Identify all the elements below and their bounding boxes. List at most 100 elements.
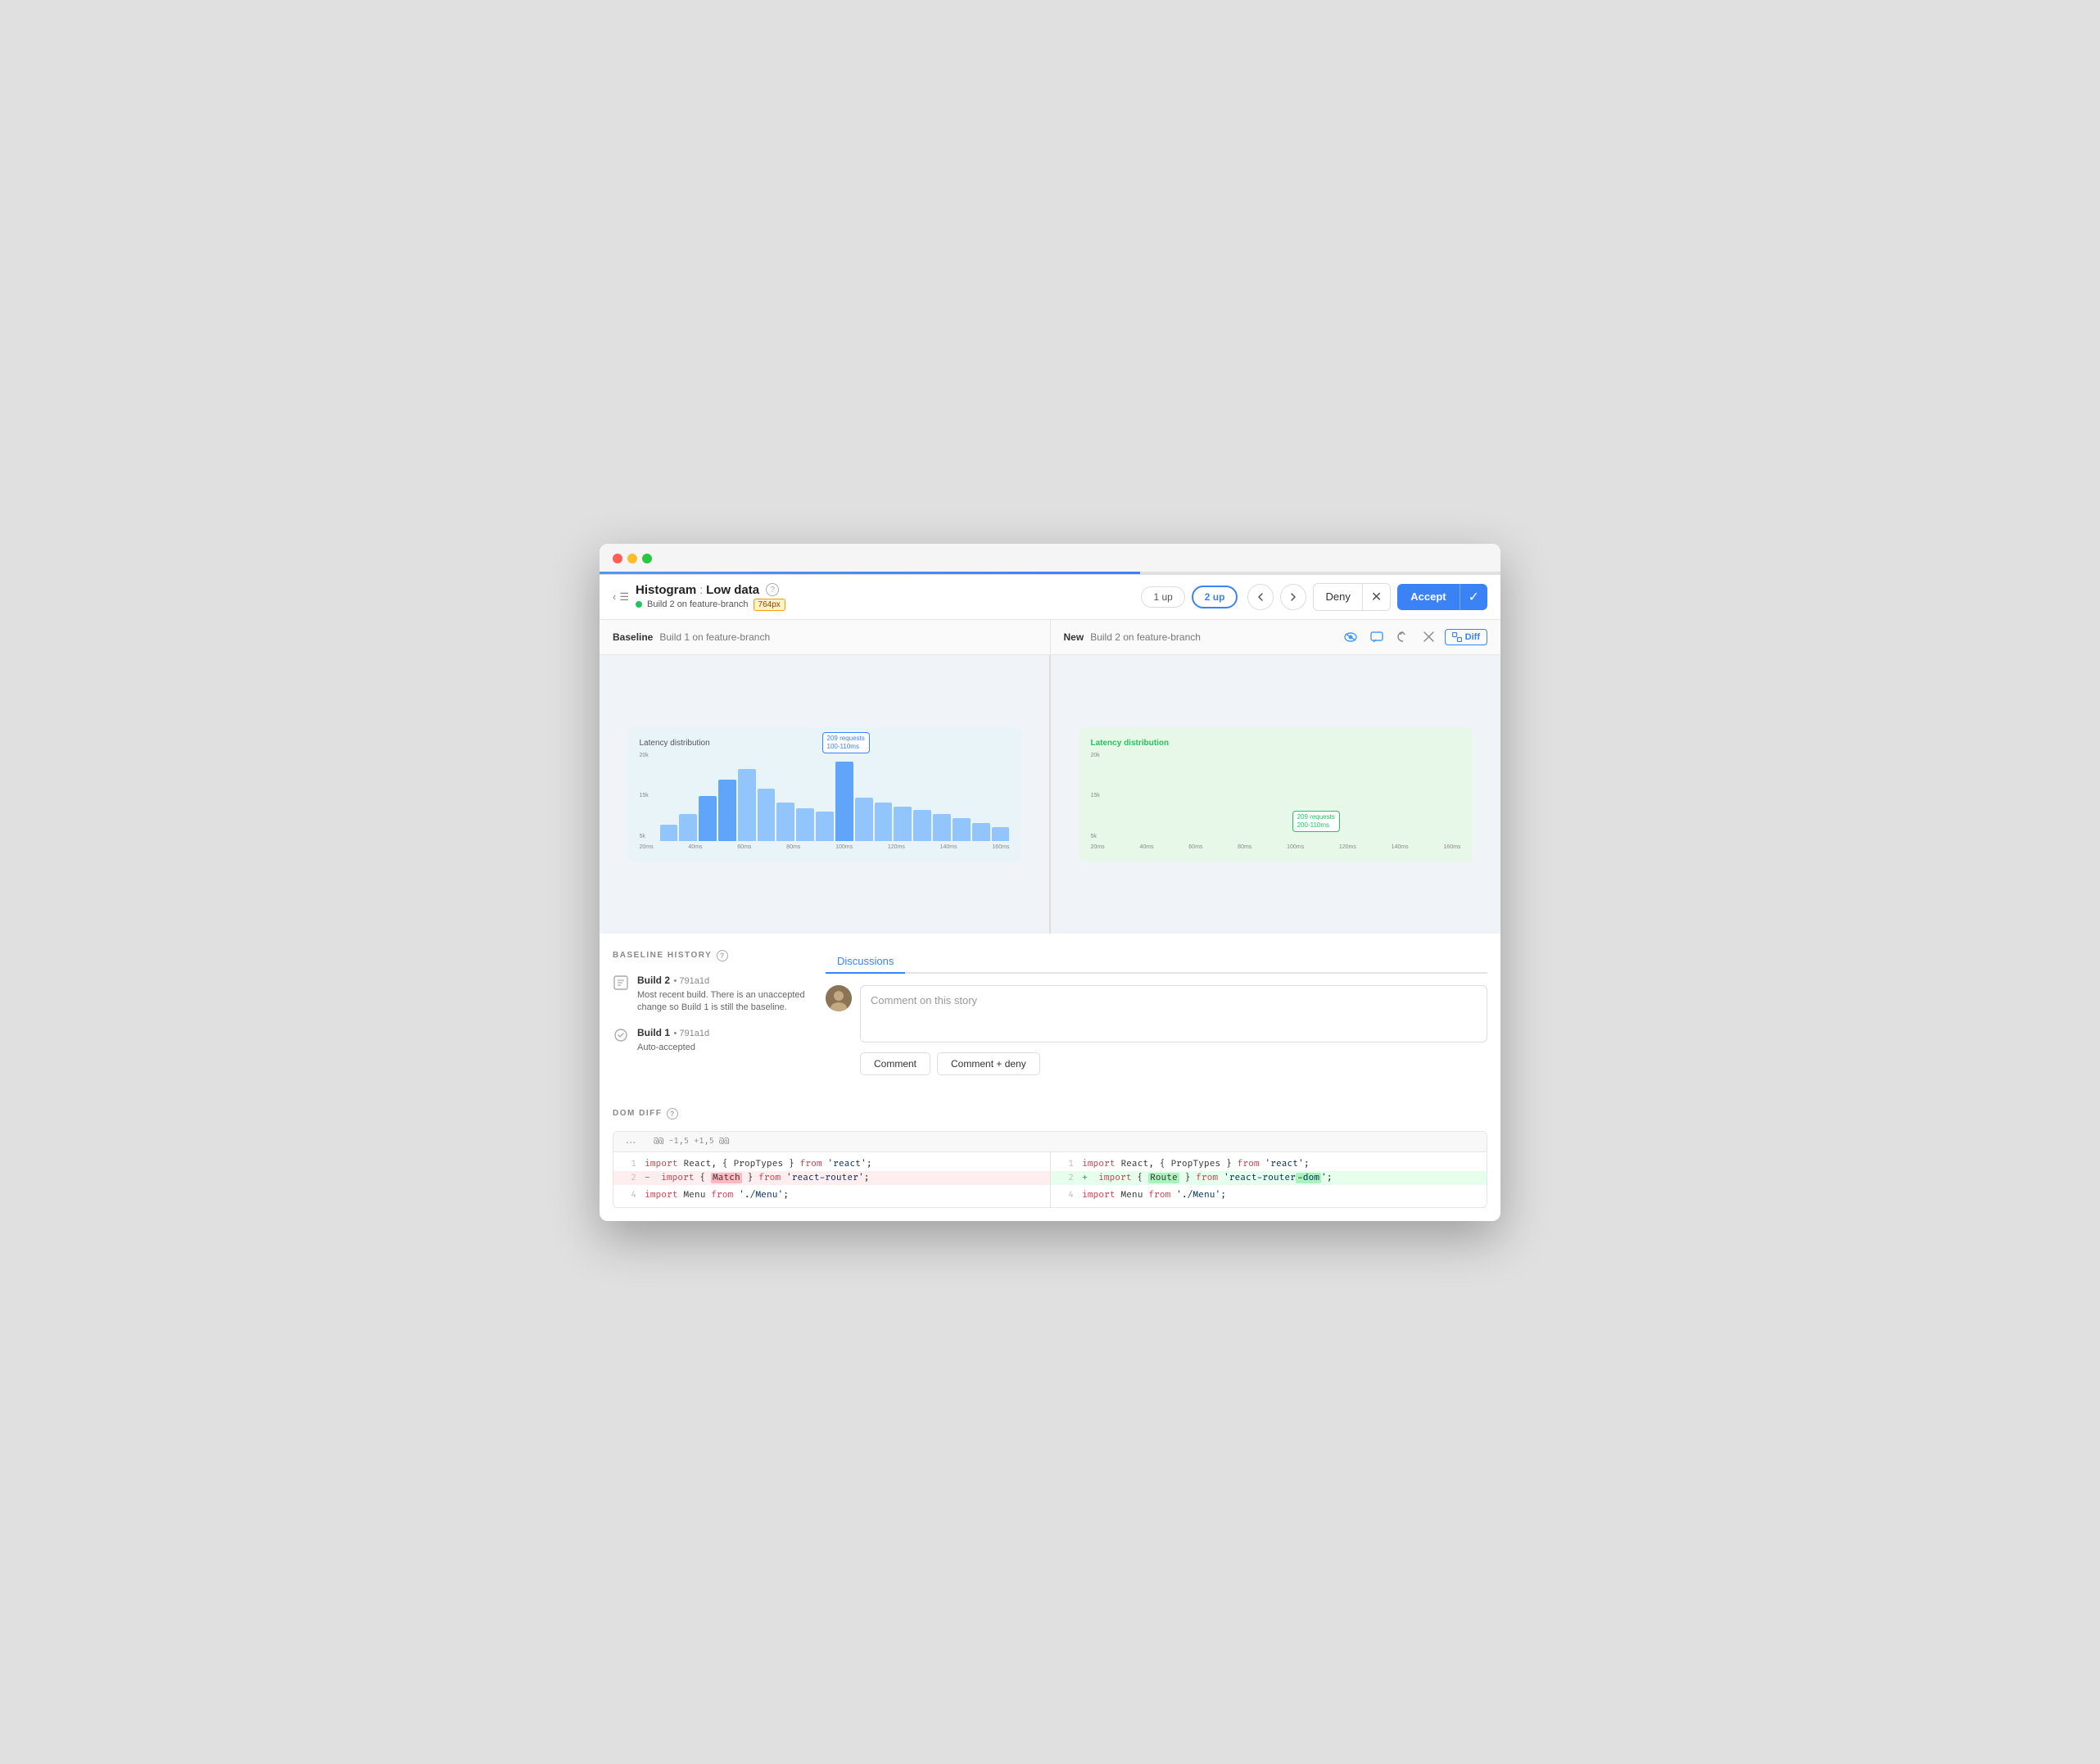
code-line-removed: 2 - import { Match } from 'react-router'… <box>613 1171 1050 1185</box>
accept-label[interactable]: Accept <box>1397 585 1459 608</box>
diff-button[interactable]: Diff <box>1445 629 1487 645</box>
baseline-chart-wrapper: 20k 15k 5k <box>640 751 1010 841</box>
deny-button-group: Deny ✕ <box>1313 583 1391 611</box>
new-build: Build 2 on feature-branch <box>1090 631 1201 643</box>
tab-discussions[interactable]: Discussions <box>826 950 905 974</box>
help-icon[interactable]: ? <box>717 950 728 961</box>
bar <box>660 825 678 841</box>
bar <box>972 823 990 841</box>
code-container: ... @@ -1,5 +1,5 @@ 1 import React, { Pr… <box>613 1131 1487 1208</box>
y-label-5k-new: 5k <box>1091 834 1100 839</box>
title-bar <box>600 544 1500 575</box>
baseline-x-labels: 20ms 40ms 60ms 80ms 100ms 120ms 140ms 16… <box>640 844 1010 850</box>
story-subtitle: Low data <box>706 583 759 597</box>
build2-label: Build 2 • 791a1d <box>637 973 809 988</box>
build2-name: Build 2 <box>637 975 670 986</box>
y-label-15k-new: 15k <box>1091 793 1100 798</box>
build-status-dot <box>636 601 642 608</box>
code-line: 1 import React, { PropTypes } from 'reac… <box>613 1157 1050 1171</box>
bar <box>913 810 931 840</box>
comment-deny-button[interactable]: Comment + deny <box>937 1052 1040 1075</box>
dom-diff-help-icon[interactable]: ? <box>667 1108 678 1119</box>
build1-icon <box>613 1027 629 1043</box>
deny-label[interactable]: Deny <box>1314 586 1361 608</box>
bar-stack <box>1369 840 1391 841</box>
new-chart-title: Latency distribution <box>1091 739 1461 748</box>
bar <box>758 789 776 841</box>
menu-icon[interactable]: ☰ <box>619 590 629 604</box>
build1-desc: Auto-accepted <box>637 1042 709 1054</box>
maximize-button[interactable] <box>642 554 652 563</box>
bar-stack <box>1158 840 1180 841</box>
comment-input[interactable]: Comment on this story <box>860 985 1487 1043</box>
new-y-labels: 20k 15k 5k <box>1091 751 1100 841</box>
viewport-badge: 764px <box>754 599 785 611</box>
bottom-section: Baseline History ? Build 2 • 791a1d Most… <box>600 934 1500 1092</box>
build1-content: Build 1 • 791a1d Auto-accepted <box>637 1025 709 1054</box>
bar-stack <box>1415 840 1437 841</box>
view-1up-button[interactable]: 1 up <box>1141 586 1184 608</box>
y-label-20k-new: 20k <box>1091 753 1100 758</box>
baseline-header: Baseline Build 1 on feature-branch <box>600 620 1050 654</box>
bar-stack <box>1205 840 1227 841</box>
view-2up-button[interactable]: 2 up <box>1192 586 1238 608</box>
back-icon[interactable]: ‹ <box>613 590 616 603</box>
minimize-button[interactable] <box>627 554 637 563</box>
story-title: Histogram <box>636 583 696 597</box>
code-header: ... @@ -1,5 +1,5 @@ <box>613 1132 1487 1152</box>
bar-stack <box>1345 840 1367 841</box>
accept-check-icon[interactable]: ✓ <box>1460 584 1487 610</box>
build1-hash: • 791a1d <box>673 1029 709 1038</box>
bar <box>718 780 736 841</box>
code-line: 4 import Menu from './Menu'; <box>1051 1188 1487 1202</box>
bar <box>738 769 756 841</box>
discussion-tabs: Discussions <box>826 950 1487 974</box>
baseline-y-labels: 20k 15k 5k <box>640 751 649 841</box>
comment-icon[interactable] <box>1366 626 1387 648</box>
close-button[interactable] <box>613 554 622 563</box>
story-info: Histogram : Low data ? Build 2 on featur… <box>636 583 785 611</box>
new-label: New <box>1064 631 1084 643</box>
bar <box>699 796 717 841</box>
bar-stack <box>1439 840 1461 841</box>
baseline-history: Baseline History ? Build 2 • 791a1d Most… <box>613 950 809 1075</box>
deny-icon[interactable]: ✕ <box>1363 584 1390 610</box>
comparison-header: Baseline Build 1 on feature-branch New B… <box>600 620 1500 655</box>
code-header-text: @@ -1,5 +1,5 @@ <box>654 1137 729 1147</box>
build-info: Build 2 on feature-branch 764px <box>636 599 785 611</box>
bar-stack <box>1134 840 1156 841</box>
new-header: New Build 2 on feature-branch Diff <box>1050 620 1501 654</box>
bar <box>796 808 814 841</box>
prev-button[interactable] <box>1247 584 1274 610</box>
close-tool-icon[interactable] <box>1419 626 1440 648</box>
code-line-added: 2 + import { Route } from 'react-router-… <box>1051 1171 1487 1185</box>
comparison-tools: Diff <box>1340 626 1487 648</box>
y-label-20k: 20k <box>640 753 649 758</box>
bar <box>776 803 794 840</box>
main-header: ‹ ☰ Histogram : Low data ? Build 2 on fe… <box>600 575 1500 620</box>
new-panel: Latency distribution 20k 15k 5k <box>1049 655 1500 934</box>
build2-content: Build 2 • 791a1d Most recent build. Ther… <box>637 973 809 1015</box>
new-x-labels: 20ms 40ms 60ms 80ms 100ms 120ms 140ms 16… <box>1091 844 1461 850</box>
rotate-icon[interactable] <box>1392 626 1414 648</box>
history-item-build1: Build 1 • 791a1d Auto-accepted <box>613 1025 809 1054</box>
bar <box>855 798 873 841</box>
accept-button-group[interactable]: Accept ✓ <box>1397 584 1487 610</box>
bar <box>933 814 951 841</box>
code-line: 1 import React, { PropTypes } from 'reac… <box>1051 1157 1487 1171</box>
bar-stack <box>1275 840 1297 841</box>
progress-bar-container <box>600 572 1500 574</box>
bar <box>894 807 912 841</box>
baseline-panel: Latency distribution 20k 15k 5k <box>600 655 1049 934</box>
info-icon[interactable]: ? <box>766 583 779 596</box>
bar <box>875 803 893 840</box>
bar <box>816 812 834 840</box>
y-label-5k: 5k <box>640 834 649 839</box>
build1-name: Build 1 <box>637 1027 670 1038</box>
history-item-build2: Build 2 • 791a1d Most recent build. Ther… <box>613 973 809 1015</box>
build1-label: Build 1 • 791a1d <box>637 1025 709 1040</box>
discussions-panel: Discussions Comment on this story Commen… <box>826 950 1487 1075</box>
next-button[interactable] <box>1280 584 1306 610</box>
eye-icon[interactable] <box>1340 626 1361 648</box>
comment-button[interactable]: Comment <box>860 1052 930 1075</box>
